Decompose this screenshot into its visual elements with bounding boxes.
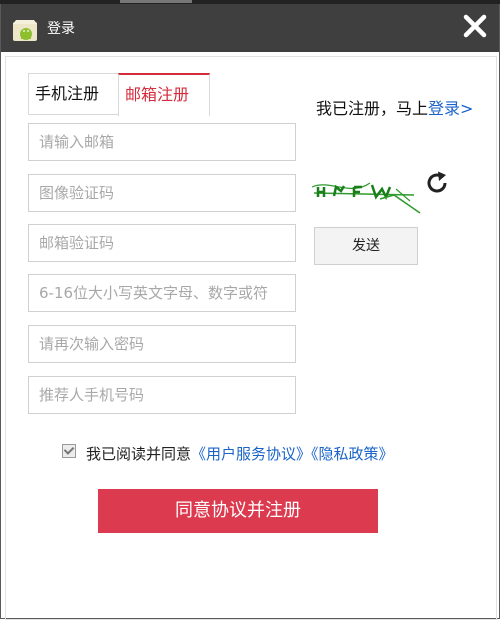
window-title: 登录	[47, 21, 75, 37]
terms-link[interactable]: 《用户服务协议》	[191, 445, 311, 463]
agree-and-register-button[interactable]: 同意协议并注册	[98, 489, 378, 533]
login-link[interactable]: 登录>	[428, 99, 473, 118]
agreement-row: 我已阅读并同意《用户服务协议》《隐私政策》	[62, 443, 394, 464]
register-panel: 手机注册 邮箱注册 我已注册，马上登录> 发送 我已阅读并同意《用户服务协议》	[5, 56, 497, 620]
refresh-icon[interactable]	[424, 170, 450, 196]
captcha-image[interactable]	[310, 175, 422, 215]
login-window: 登录 手机注册 邮箱注册 我已注册，马上登录> 发送	[0, 4, 500, 620]
agreement-text: 我已阅读并同意	[86, 445, 192, 463]
tab-email-register[interactable]: 邮箱注册	[118, 73, 210, 116]
referrer-phone-input[interactable]	[28, 376, 296, 414]
privacy-link[interactable]: 《隐私政策》	[311, 445, 394, 463]
send-code-button[interactable]: 发送	[314, 227, 418, 265]
confirm-password-input[interactable]	[28, 325, 296, 363]
email-input[interactable]	[28, 123, 296, 161]
login-prompt: 我已注册，马上登录>	[316, 95, 473, 119]
agreement-checkbox[interactable]	[62, 444, 76, 458]
android-app-icon	[13, 20, 37, 41]
tab-phone-register[interactable]: 手机注册	[28, 73, 120, 115]
top-strip-ghost	[120, 0, 192, 3]
image-captcha-input[interactable]	[28, 174, 296, 212]
password-input[interactable]	[28, 274, 296, 312]
close-icon[interactable]	[461, 12, 489, 40]
email-code-input[interactable]	[28, 224, 296, 262]
login-prompt-text: 我已注册，马上	[316, 99, 429, 118]
title-bar: 登录	[1, 4, 499, 52]
